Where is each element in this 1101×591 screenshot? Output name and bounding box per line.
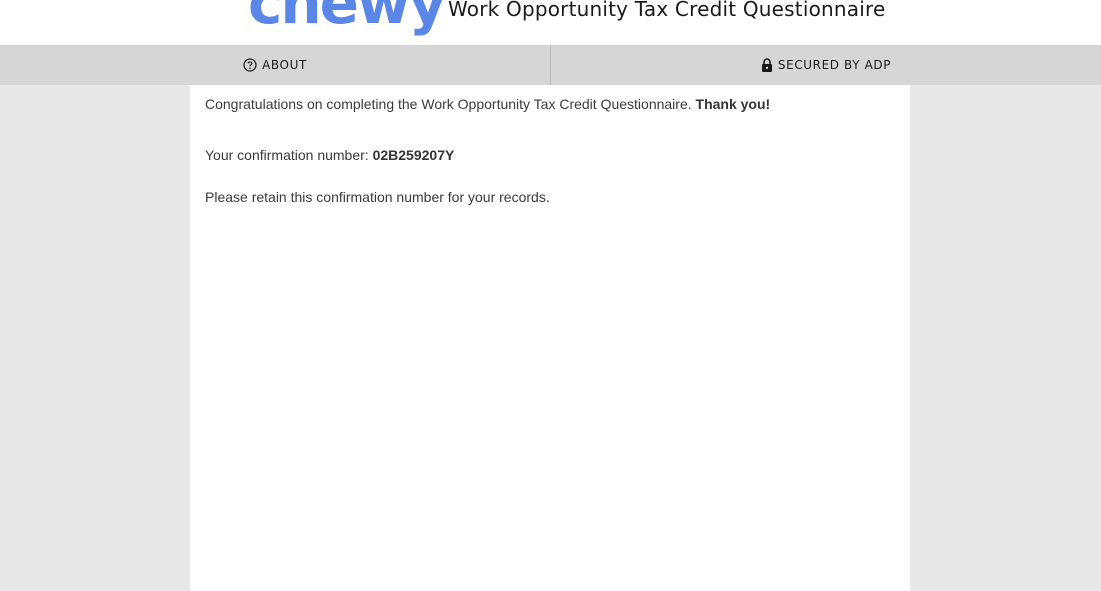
nav-about[interactable]: ABOUT <box>0 45 550 85</box>
confirmation-label: Your confirmation number: <box>205 147 373 163</box>
question-circle-icon <box>243 58 257 72</box>
header: chewy Work Opportunity Tax Credit Questi… <box>0 0 1101 45</box>
congrats-message: Congratulations on completing the Work O… <box>205 95 895 113</box>
nav-about-label: ABOUT <box>262 58 307 72</box>
nav-secured-by-adp: SECURED BY ADP <box>550 45 1101 85</box>
page-title: Work Opportunity Tax Credit Questionnair… <box>448 0 886 21</box>
congrats-text: Congratulations on completing the Work O… <box>205 96 696 112</box>
chewy-logo: chewy <box>248 0 446 37</box>
confirmation-number: 02B259207Y <box>372 147 455 163</box>
lock-icon <box>761 58 773 72</box>
retain-message: Please retain this confirmation number f… <box>205 189 550 205</box>
navbar: ABOUT SECURED BY ADP <box>0 45 1101 85</box>
confirmation-line: Your confirmation number: 02B259207Y <box>205 146 895 164</box>
thank-you-text: Thank you! <box>695 96 771 112</box>
nav-secured-label: SECURED BY ADP <box>777 58 892 72</box>
confirmation-panel: Congratulations on completing the Work O… <box>190 85 910 591</box>
